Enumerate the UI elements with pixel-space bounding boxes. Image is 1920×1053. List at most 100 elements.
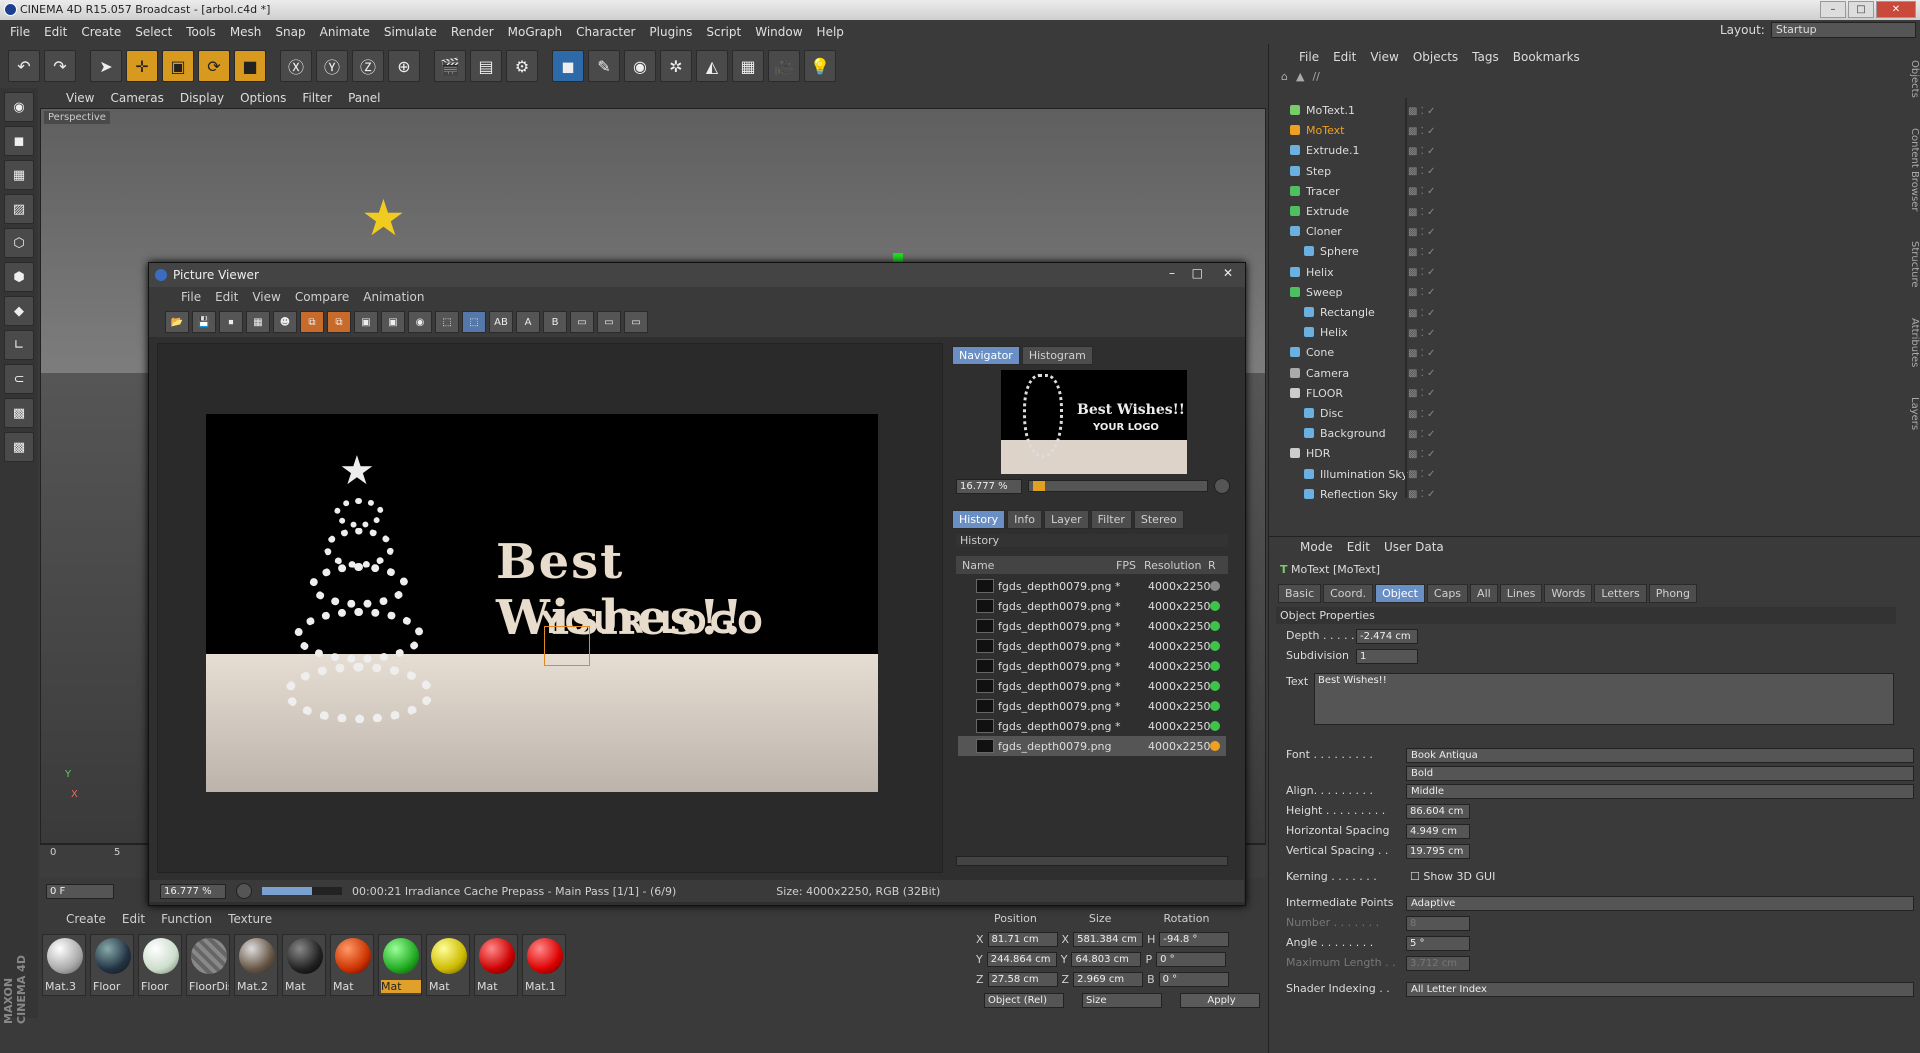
y-axis-lock-icon[interactable]: Ⓨ bbox=[316, 50, 348, 82]
size-field[interactable]: 581.384 cm bbox=[1073, 931, 1144, 947]
history-row[interactable]: fgds_depth0079.png * 4000x2250 bbox=[958, 596, 1226, 616]
workplane-lock-icon[interactable]: ▩ bbox=[4, 398, 34, 428]
edit-visibility-icon[interactable]: ▩ ⁚ ✓ bbox=[1408, 247, 1435, 258]
material-menu-function[interactable]: Function bbox=[161, 912, 212, 926]
object-menu-view[interactable]: View bbox=[1370, 50, 1398, 66]
copy-icon[interactable]: ⧉ bbox=[300, 311, 324, 333]
edit-visibility-icon[interactable]: ▩ ⁚ ✓ bbox=[1408, 186, 1435, 197]
menu-simulate[interactable]: Simulate bbox=[384, 25, 437, 39]
attr-tab-words[interactable]: Words bbox=[1544, 584, 1593, 603]
move-icon[interactable]: ✛ bbox=[126, 50, 158, 82]
history-row[interactable]: fgds_depth0079.png * 4000x2250 bbox=[958, 716, 1226, 736]
history-tab-info[interactable]: Info bbox=[1007, 510, 1042, 529]
viewport-menu-view[interactable]: View bbox=[66, 91, 94, 105]
object-item-sphere[interactable]: Sphere bbox=[1304, 243, 1359, 261]
redo-icon[interactable]: ↷ bbox=[44, 50, 76, 82]
text-field[interactable]: Best Wishes!! bbox=[1314, 673, 1894, 725]
zoom-menu-button[interactable] bbox=[1214, 478, 1230, 494]
material-swatch[interactable]: Mat bbox=[426, 934, 470, 996]
object-item-extrude-1[interactable]: Extrude.1 bbox=[1290, 142, 1360, 160]
edit-visibility-icon[interactable]: ▩ ⁚ ✓ bbox=[1408, 227, 1435, 238]
material-menu-edit[interactable]: Edit bbox=[122, 912, 145, 926]
menu-render[interactable]: Render bbox=[451, 25, 494, 39]
angle-field[interactable]: 5 ° bbox=[1406, 935, 1470, 951]
pv-menu-edit[interactable]: Edit bbox=[215, 290, 238, 304]
attr-tab-object[interactable]: Object bbox=[1375, 584, 1425, 603]
align-dropdown[interactable]: Middle bbox=[1406, 783, 1914, 799]
vertical-spacing-field[interactable]: 19.795 cm bbox=[1406, 843, 1470, 859]
status-zoom-field[interactable]: 16.777 % bbox=[160, 883, 226, 899]
edit-visibility-icon[interactable]: ▩ ⁚ ✓ bbox=[1408, 287, 1435, 298]
attr-tab-coord[interactable]: Coord. bbox=[1323, 584, 1374, 603]
render-view-icon[interactable]: 🎬 bbox=[434, 50, 466, 82]
close-button[interactable]: ✕ bbox=[1876, 1, 1916, 18]
object-item-extrude[interactable]: Extrude bbox=[1290, 203, 1349, 221]
set-b-icon[interactable]: B bbox=[543, 311, 567, 333]
position-field[interactable]: 244.864 cm bbox=[986, 951, 1057, 967]
render-active-icon[interactable]: ◉ bbox=[408, 311, 432, 333]
horizontal-spacing-field[interactable]: 4.949 cm bbox=[1406, 823, 1470, 839]
deformer-icon[interactable]: ◭ bbox=[696, 50, 728, 82]
set-a-icon[interactable]: A bbox=[516, 311, 540, 333]
rotation-field[interactable]: 0 ° bbox=[1158, 971, 1229, 987]
pv-close-button[interactable]: ✕ bbox=[1223, 266, 1233, 280]
viewport-menu-panel[interactable]: Panel bbox=[348, 91, 380, 105]
menu-edit[interactable]: Edit bbox=[44, 25, 67, 39]
menu-character[interactable]: Character bbox=[576, 25, 635, 39]
scale-icon[interactable]: ▣ bbox=[162, 50, 194, 82]
edit-visibility-icon[interactable]: ▩ ⁚ ✓ bbox=[1408, 489, 1435, 500]
size-mode-dropdown[interactable]: Size bbox=[1082, 993, 1162, 1008]
object-item-helix[interactable]: Helix bbox=[1304, 324, 1348, 342]
menu-file[interactable]: File bbox=[10, 25, 30, 39]
menu-select[interactable]: Select bbox=[135, 25, 172, 39]
size-field[interactable]: 2.969 cm bbox=[1073, 971, 1144, 987]
split-view-icon[interactable]: ▭ bbox=[597, 311, 621, 333]
rotation-field[interactable]: 0 ° bbox=[1156, 951, 1227, 967]
coordinate-system-icon[interactable]: ⊕ bbox=[388, 50, 420, 82]
edit-visibility-icon[interactable]: ▩ ⁚ ✓ bbox=[1408, 308, 1435, 319]
points-mode-icon[interactable]: ⬡ bbox=[4, 228, 34, 258]
stop-render-icon[interactable]: ⏹ bbox=[219, 311, 243, 333]
recent-tool-icon[interactable]: ■ bbox=[234, 50, 266, 82]
history-tab-layer[interactable]: Layer bbox=[1043, 510, 1089, 529]
edit-visibility-icon[interactable]: ▩ ⁚ ✓ bbox=[1408, 126, 1435, 137]
nav-tab-navigator[interactable]: Navigator bbox=[952, 346, 1020, 365]
menu-script[interactable]: Script bbox=[706, 25, 741, 39]
menu-plugins[interactable]: Plugins bbox=[649, 25, 692, 39]
history-tab-filter[interactable]: Filter bbox=[1090, 510, 1132, 529]
open-icon[interactable]: 📂 bbox=[165, 311, 189, 333]
ab-compare-icon[interactable]: ⬚ bbox=[435, 311, 459, 333]
edit-visibility-icon[interactable]: ▩ ⁚ ✓ bbox=[1408, 348, 1435, 359]
floor-scene-icon[interactable]: ▦ bbox=[732, 50, 764, 82]
object-item-motext[interactable]: MoText bbox=[1290, 122, 1344, 140]
material-swatch[interactable]: Mat bbox=[330, 934, 374, 996]
pv-minimize-button[interactable]: – bbox=[1169, 266, 1175, 280]
history-tab-history[interactable]: History bbox=[952, 510, 1006, 529]
object-item-helix[interactable]: Helix bbox=[1290, 264, 1334, 282]
viewport-menu-cameras[interactable]: Cameras bbox=[110, 91, 163, 105]
up-icon[interactable]: ▲ bbox=[1296, 70, 1304, 83]
font-dropdown[interactable]: Book Antiqua bbox=[1406, 747, 1914, 763]
camera-icon[interactable]: 🎥 bbox=[768, 50, 800, 82]
ab-swap-icon[interactable]: AB bbox=[489, 311, 513, 333]
history-row[interactable]: fgds_depth0079.png * 4000x2250 bbox=[958, 696, 1226, 716]
region-render-icon[interactable]: ▦ bbox=[246, 311, 270, 333]
edit-visibility-icon[interactable]: ▩ ⁚ ✓ bbox=[1408, 469, 1435, 480]
font-style-dropdown[interactable]: Bold bbox=[1406, 765, 1914, 781]
position-field[interactable]: 27.58 cm bbox=[987, 971, 1058, 987]
material-swatch[interactable]: Mat bbox=[474, 934, 518, 996]
shader-indexing-dropdown[interactable]: All Letter Index bbox=[1406, 981, 1914, 997]
menu-mograph[interactable]: MoGraph bbox=[508, 25, 563, 39]
rotation-field[interactable]: -94.8 ° bbox=[1159, 931, 1230, 947]
size-field[interactable]: 64.803 cm bbox=[1071, 951, 1142, 967]
select-arrow-icon[interactable]: ➤ bbox=[90, 50, 122, 82]
compare-b-icon[interactable]: ⬚ bbox=[462, 311, 486, 333]
render-icon[interactable]: ▣ bbox=[354, 311, 378, 333]
nav-zoom-field[interactable]: 16.777 % bbox=[956, 478, 1022, 494]
history-row[interactable]: fgds_depth0079.png 4000x2250 bbox=[958, 736, 1226, 756]
home-icon[interactable]: ⌂ bbox=[1281, 70, 1288, 83]
edit-visibility-icon[interactable]: ▩ ⁚ ✓ bbox=[1408, 146, 1435, 157]
navigator-thumbnail[interactable]: Best Wishes!! YOUR LOGO bbox=[1001, 370, 1187, 474]
make-editable-icon[interactable]: ◉ bbox=[4, 92, 34, 122]
workplane-icon[interactable]: ▨ bbox=[4, 194, 34, 224]
